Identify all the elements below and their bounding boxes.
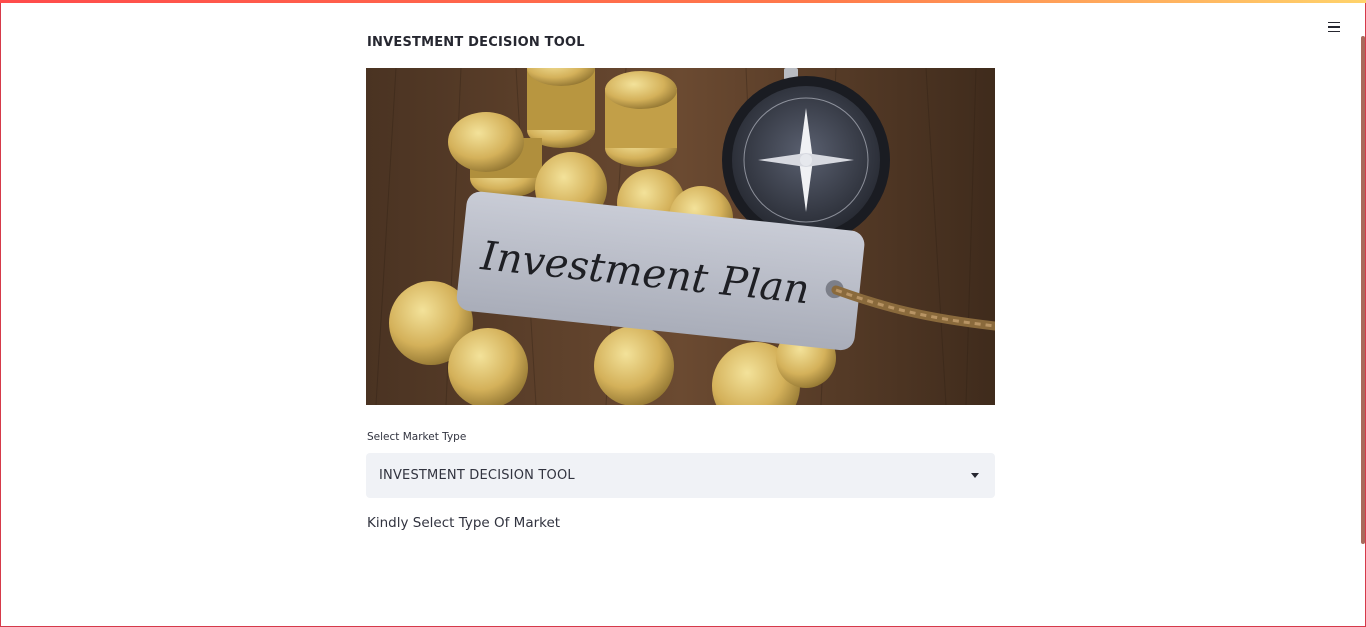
hero-image-illustration: Investment Plan — [366, 68, 995, 405]
market-type-helper-text: Kindly Select Type Of Market — [367, 515, 561, 531]
market-type-select[interactable]: INVESTMENT DECISION TOOL — [366, 453, 995, 498]
chevron-down-icon — [971, 473, 979, 478]
market-type-label: Select Market Type — [367, 431, 467, 443]
hamburger-menu-icon-line — [1328, 30, 1340, 33]
market-type-selected-value: INVESTMENT DECISION TOOL — [379, 468, 575, 483]
header-decoration-bar — [0, 0, 1366, 3]
page-title: INVESTMENT DECISION TOOL — [367, 35, 585, 50]
scrollbar-thumb[interactable] — [1361, 36, 1365, 544]
hamburger-menu-icon-line — [1328, 26, 1340, 28]
hero-image: Investment Plan — [366, 68, 995, 405]
hamburger-menu-icon — [1328, 21, 1340, 24]
main-menu-button[interactable] — [1324, 17, 1344, 37]
